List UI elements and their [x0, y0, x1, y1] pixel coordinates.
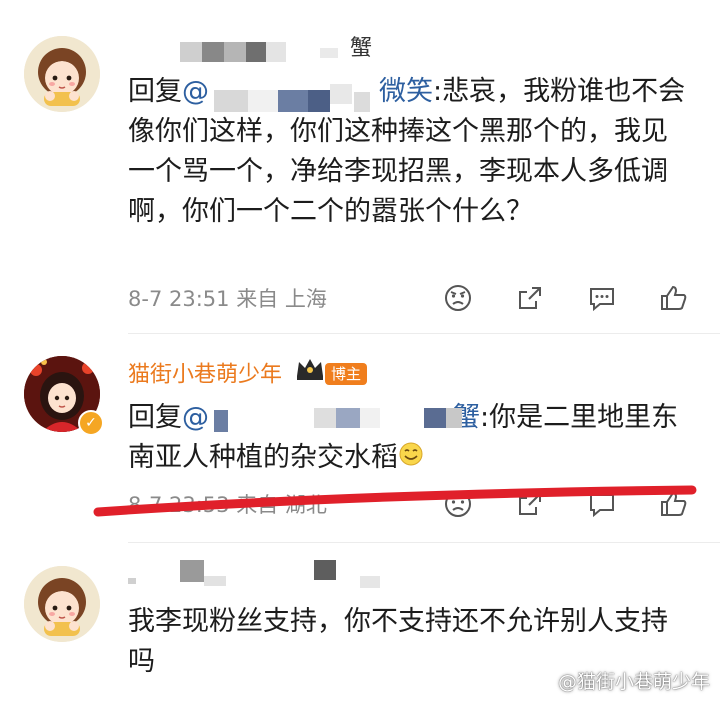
comment-actions: [442, 488, 690, 522]
smile-emoji-icon: [398, 439, 424, 479]
comment-meta: 8-7 23:51 来自 上海: [128, 284, 327, 314]
avatar-girl-icon: [24, 566, 100, 642]
verified-badge-icon: ✓: [78, 410, 104, 436]
location: 来自 湖北: [236, 493, 327, 517]
timestamp: 8-7 23:51: [128, 287, 230, 311]
redacted-username: [128, 556, 388, 596]
comment-icon[interactable]: [586, 282, 618, 314]
avatar[interactable]: [24, 566, 100, 642]
timestamp: 8-7 23:53: [128, 493, 230, 517]
angry-icon[interactable]: [442, 488, 474, 520]
watermark: @猫街小巷萌少年: [557, 671, 710, 693]
like-icon[interactable]: [658, 282, 690, 314]
crown-badge-icon: [295, 356, 325, 391]
like-icon[interactable]: [658, 488, 690, 520]
divider: [128, 542, 720, 543]
comment-body: 回复@ 微笑:悲哀，我粉谁也不会像你们这样，你们这种捧这个黑那个的，我见一个骂一个…: [128, 76, 686, 227]
share-icon[interactable]: [514, 282, 546, 314]
location: 来自 上海: [236, 287, 327, 311]
comment-actions: [442, 282, 690, 316]
redacted-mention: [214, 404, 464, 438]
comment-icon[interactable]: [586, 488, 618, 520]
host-name[interactable]: 猫街小巷萌少年 博主: [128, 356, 368, 391]
redacted-username: [180, 40, 340, 68]
host-tag: 博主: [325, 362, 368, 385]
avatar[interactable]: [24, 36, 100, 112]
redacted-mention: [214, 84, 374, 118]
share-icon[interactable]: [514, 488, 546, 520]
avatar-girl-icon: [24, 36, 100, 112]
angry-icon[interactable]: [442, 282, 474, 314]
comment-meta: 8-7 23:53 来自 湖北: [128, 490, 327, 520]
pixelated-blur: [180, 42, 338, 62]
divider: [128, 333, 720, 334]
